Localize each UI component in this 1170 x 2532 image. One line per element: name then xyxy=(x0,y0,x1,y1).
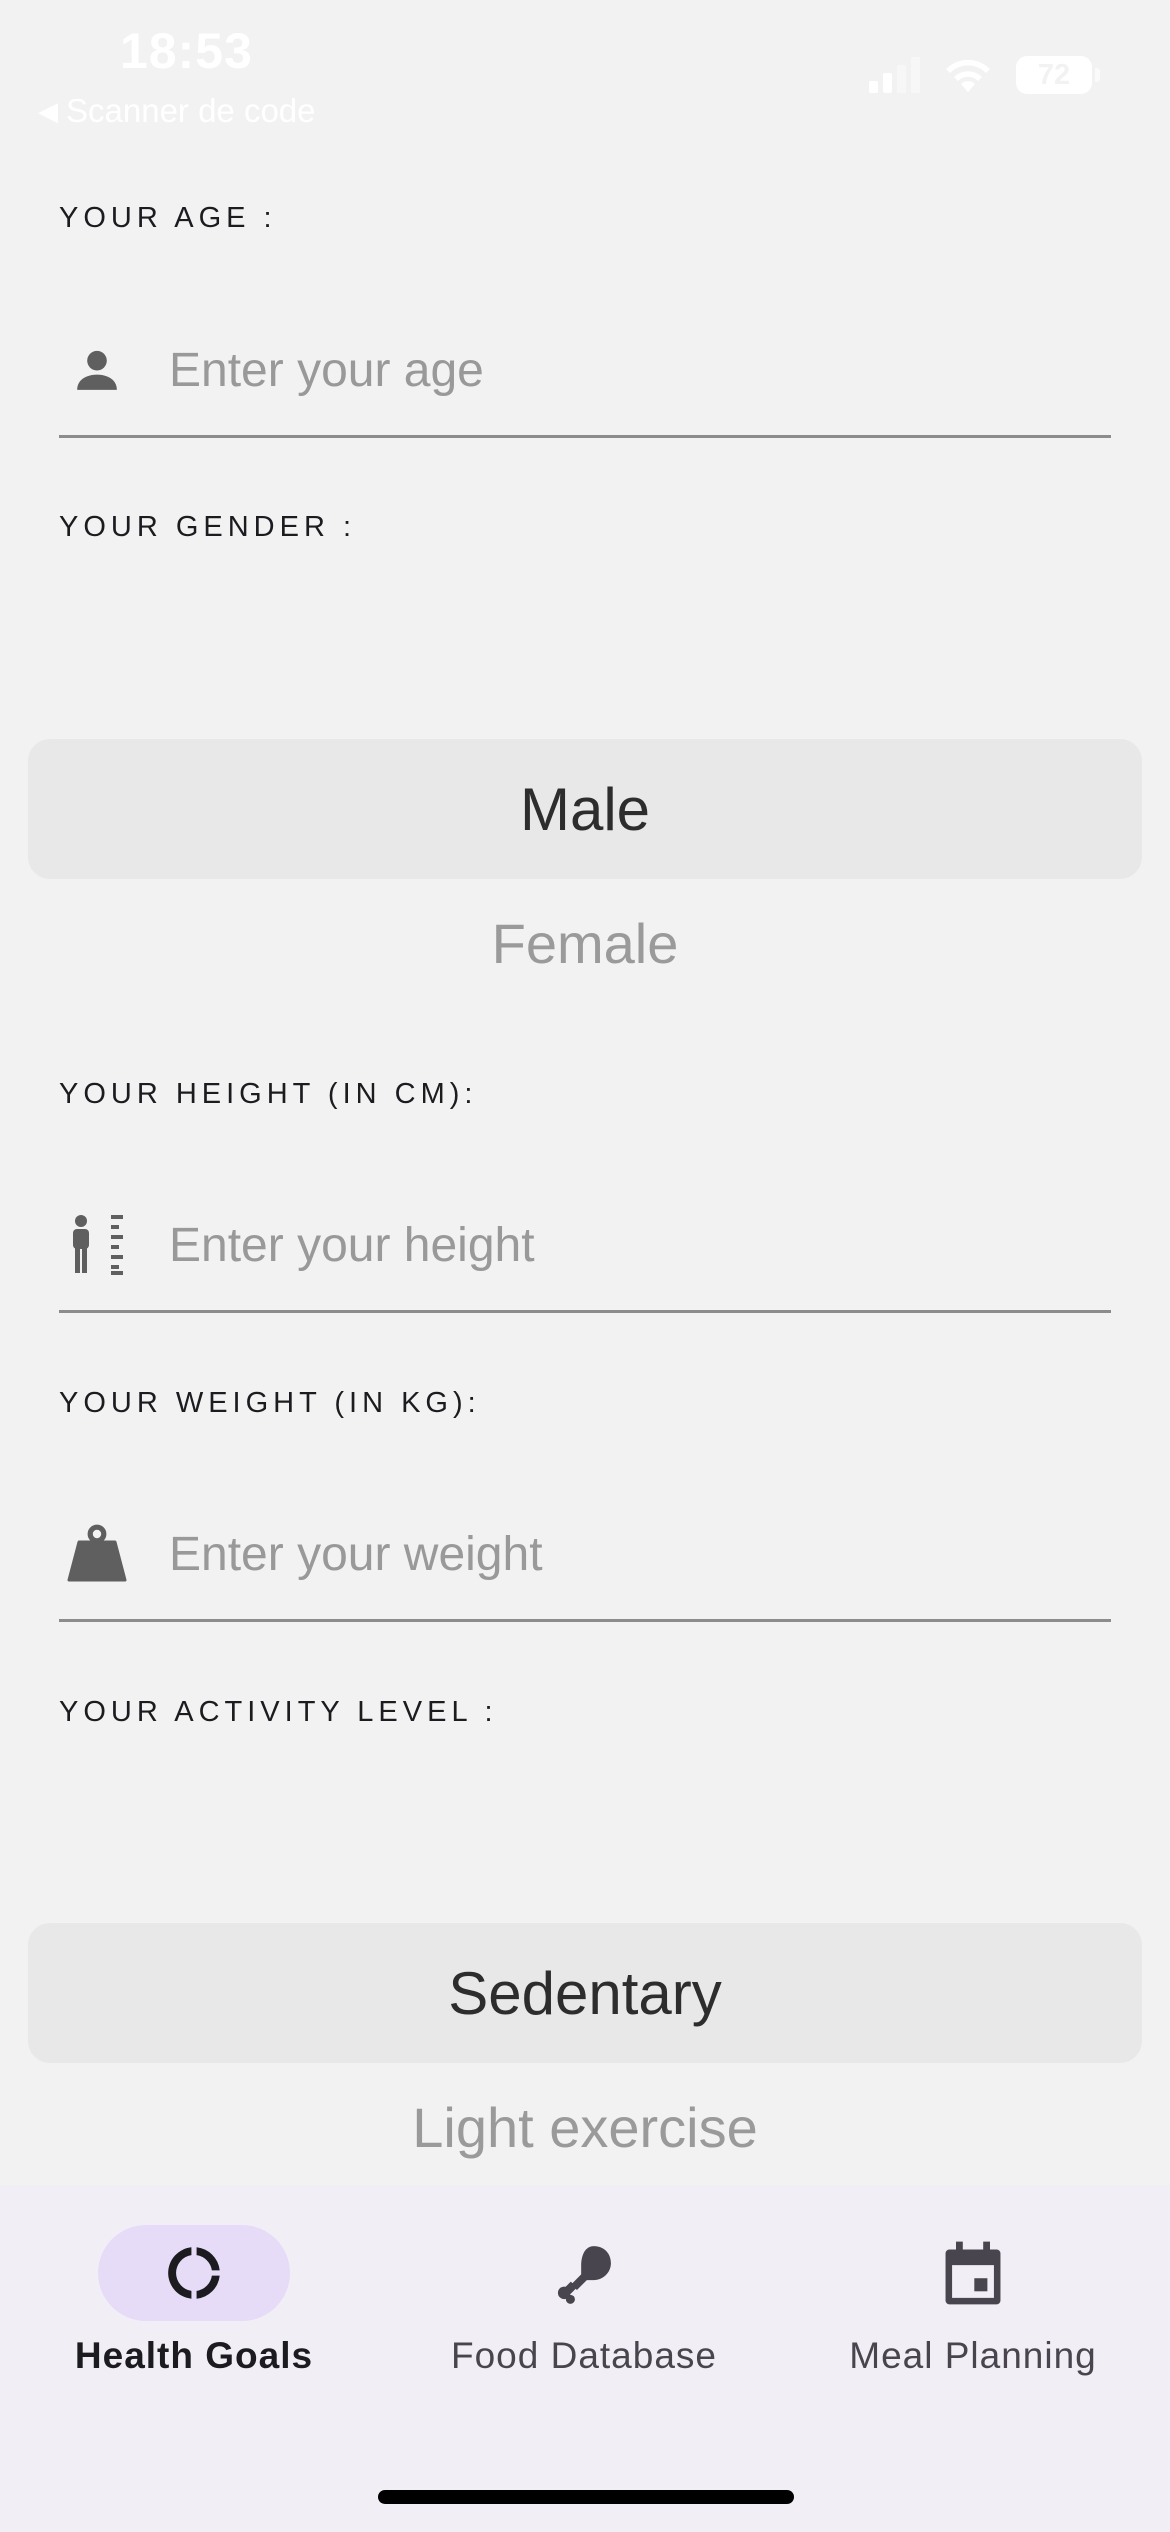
status-time: 18:53 xyxy=(120,23,253,79)
signal-icon xyxy=(869,57,920,93)
back-triangle-icon: ◀ xyxy=(38,95,58,126)
weight-input[interactable] xyxy=(167,1525,1071,1583)
donut-chart-icon xyxy=(168,2247,220,2299)
bottom-navigation: Health Goals Food Database Meal Planning xyxy=(0,2185,1170,2532)
gender-picker-option[interactable]: Female xyxy=(28,911,1142,976)
nav-food-database-label: Food Database xyxy=(450,2335,717,2376)
nav-pill xyxy=(488,2225,680,2321)
nav-food-database[interactable]: Food Database xyxy=(414,2225,754,2377)
home-indicator xyxy=(378,2490,794,2504)
nav-health-goals[interactable]: Health Goals xyxy=(24,2225,364,2377)
nav-meal-planning[interactable]: Meal Planning xyxy=(803,2225,1143,2377)
height-label: YOUR HEIGHT (IN CM): xyxy=(59,1078,478,1110)
back-to-app-label: Scanner de code xyxy=(66,92,316,129)
gender-picker-selected[interactable]: Male xyxy=(28,739,1142,879)
status-icons: 72 xyxy=(869,56,1100,94)
height-icon xyxy=(59,1207,135,1283)
weight-icon xyxy=(59,1516,135,1592)
app-screen: 18:53 ◀ Scanner de code 72 YOUR AGE : En… xyxy=(0,0,1170,2532)
drumstick-icon xyxy=(557,2246,611,2304)
battery-level: 72 xyxy=(1037,58,1071,91)
weight-field[interactable] xyxy=(59,1489,1111,1622)
gender-label: YOUR GENDER : xyxy=(59,511,357,543)
weight-label: YOUR WEIGHT (IN KG): xyxy=(59,1387,481,1419)
activity-label: YOUR ACTIVITY LEVEL : xyxy=(59,1696,498,1728)
activity-picker-selected[interactable]: Sedentary xyxy=(28,1923,1142,2063)
nav-meal-planning-label: Meal Planning xyxy=(849,2335,1097,2376)
calendar-icon xyxy=(945,2241,1001,2305)
age-label: YOUR AGE : xyxy=(59,202,277,234)
nav-active-indicator xyxy=(98,2225,290,2321)
status-bar: 18:53 ◀ Scanner de code 72 xyxy=(0,0,1170,130)
nav-pill xyxy=(877,2225,1069,2321)
wifi-icon xyxy=(946,59,990,92)
nav-health-goals-label: Health Goals xyxy=(74,2335,314,2376)
age-field[interactable] xyxy=(59,305,1111,438)
back-to-app-link[interactable]: ◀ Scanner de code xyxy=(38,92,316,130)
age-input[interactable] xyxy=(167,341,1071,399)
battery-icon: 72 xyxy=(1016,56,1100,94)
height-input[interactable] xyxy=(167,1216,1071,1274)
person-icon xyxy=(59,332,135,408)
activity-picker-option[interactable]: Light exercise xyxy=(28,2095,1142,2160)
height-field[interactable] xyxy=(59,1180,1111,1313)
